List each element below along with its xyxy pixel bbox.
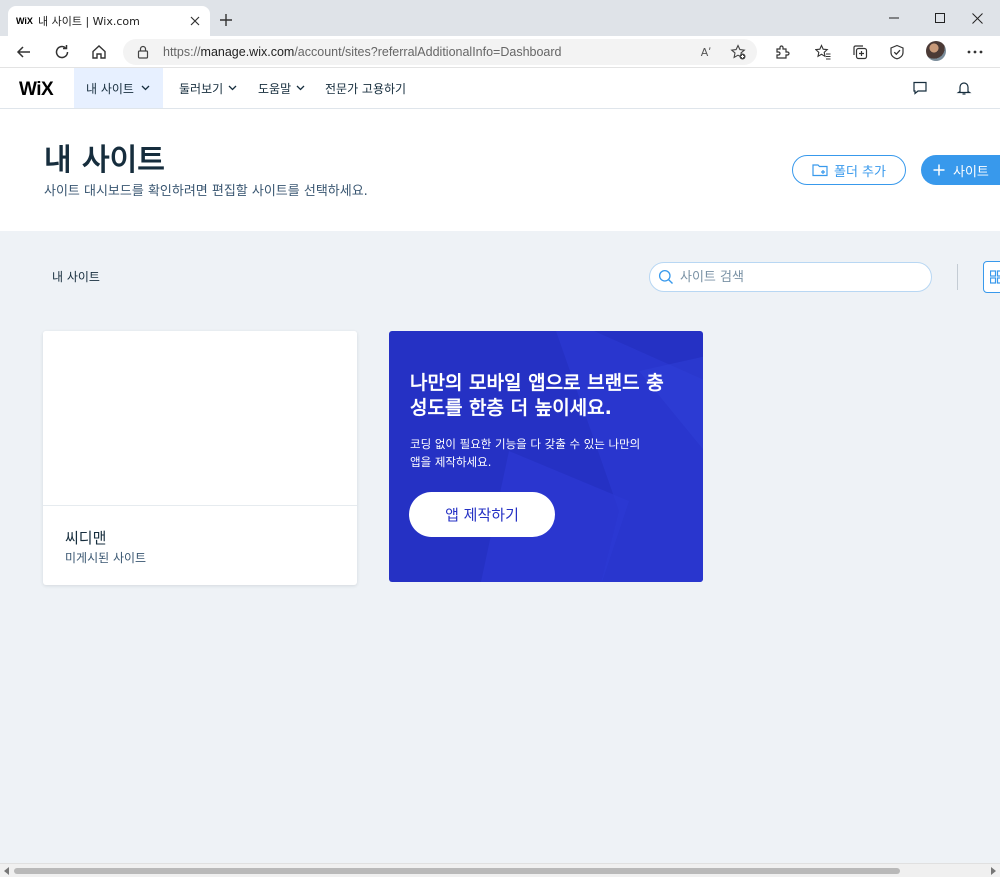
page-subtitle: 사이트 대시보드를 확인하려면 편집할 사이트를 선택하세요. [44,184,368,199]
chevron-down-icon [141,85,150,91]
chat-icon[interactable] [911,79,929,97]
nav-explore[interactable]: 둘러보기 [179,68,237,108]
create-site-label: 사이트 [953,164,989,180]
page-title: 내 사이트 [44,143,165,178]
site-name: 씨디맨 [65,529,107,547]
add-folder-label: 폴더 추가 [834,164,886,180]
scroll-left-icon[interactable] [2,866,12,876]
address-bar[interactable]: https://manage.wix.com/account/sites?ref… [123,39,757,65]
scroll-right-icon[interactable] [988,866,998,876]
url-text[interactable]: https://manage.wix.com/account/sites?ref… [163,45,562,59]
profile-avatar[interactable] [926,41,946,61]
nav-hire-expert[interactable]: 전문가 고용하기 [325,68,406,108]
tab-title: 내 사이트 | Wix.com [38,15,140,28]
site-search[interactable] [649,262,932,292]
notifications-bell-icon[interactable] [955,79,973,97]
browser-toolbar: https://manage.wix.com/account/sites?ref… [0,36,1000,68]
toolbar-divider [957,264,958,290]
nav-my-sites-label: 내 사이트 [86,81,134,96]
minimize-button[interactable] [883,8,905,28]
collections-icon[interactable] [849,42,871,62]
wix-favicon-icon: WiX [16,16,33,26]
back-button[interactable] [13,41,35,63]
nav-help-label: 도움말 [258,81,292,96]
chevron-down-icon [228,85,237,91]
site-thumbnail[interactable] [43,331,357,506]
browser-tab-bar: WiX 내 사이트 | Wix.com [0,0,1000,36]
favorites-icon[interactable] [812,42,834,62]
maximize-button[interactable] [929,8,951,28]
horizontal-scrollbar[interactable] [0,863,1000,877]
read-aloud-icon[interactable]: Aʹ [697,44,715,60]
nav-explore-label: 둘러보기 [179,81,224,96]
refresh-button[interactable] [51,41,73,63]
add-folder-button[interactable]: 폴더 추가 [792,155,906,185]
promo-description: 코딩 없이 필요한 기능을 다 갖출 수 있는 나만의 앱을 제작하세요. [410,437,641,469]
grid-view-toggle[interactable] [983,261,1000,293]
chevron-down-icon [296,85,305,91]
wix-logo[interactable]: WiX [19,79,54,101]
home-button[interactable] [88,41,110,63]
wix-top-bar: WiX 내 사이트 둘러보기 도움말 전문가 고용하기 [0,68,1000,109]
favorite-add-icon[interactable] [729,44,747,60]
close-window-button[interactable] [966,8,988,28]
folder-breadcrumb: 내 사이트 [52,270,100,284]
search-icon [658,269,674,285]
promo-title: 나만의 모바일 앱으로 브랜드 충성도를 한층 더 높이세요. [410,372,664,419]
site-status: 미게시된 사이트 [65,551,147,565]
site-card[interactable]: 씨디맨 미게시된 사이트 [43,331,357,585]
plus-icon [933,164,945,176]
folder-add-icon [812,163,828,177]
lock-icon[interactable] [137,45,149,59]
nav-hire-expert-label: 전문가 고용하기 [325,81,407,96]
nav-help[interactable]: 도움말 [258,68,305,108]
new-tab-button[interactable] [216,10,236,30]
mobile-app-promo-card: 나만의 모바일 앱으로 브랜드 충성도를 한층 더 높이세요. 코딩 없이 필요… [389,331,703,582]
search-input[interactable] [680,269,910,285]
scrollbar-thumb[interactable] [14,868,900,874]
create-site-button[interactable]: 사이트 [921,155,1000,185]
grid-view-icon [990,270,1000,284]
create-app-button[interactable]: 앱 제작하기 [409,492,555,537]
more-options-icon[interactable] [964,42,986,62]
extensions-icon[interactable] [771,42,793,62]
browser-essentials-icon[interactable] [886,42,908,62]
tab-close-icon[interactable] [188,14,202,28]
page-header: 내 사이트 사이트 대시보드를 확인하려면 편집할 사이트를 선택하세요. 폴더… [0,109,1000,231]
browser-tab[interactable]: WiX 내 사이트 | Wix.com [8,6,210,36]
nav-my-sites[interactable]: 내 사이트 [74,68,163,108]
